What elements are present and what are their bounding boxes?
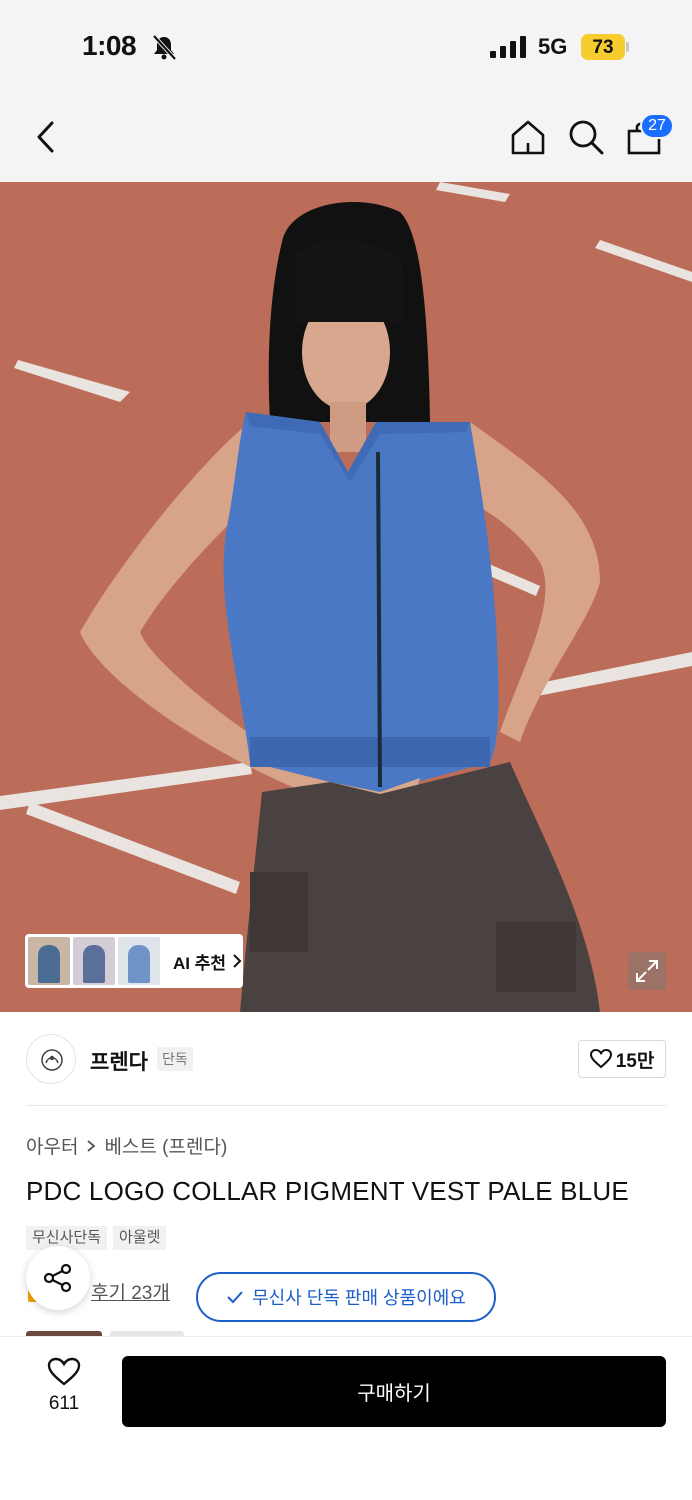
exclusive-sale-label: 무신사 단독 판매 상품이에요 xyxy=(252,1288,466,1308)
bell-muted-icon xyxy=(152,34,177,61)
product-photo-illustration xyxy=(0,182,692,1012)
wishlist-button[interactable]: 611 xyxy=(34,1357,94,1433)
nav-bar: 27 xyxy=(0,95,692,182)
back-arrow-icon[interactable] xyxy=(30,117,62,157)
breadcrumb: 아우터 베스트 (프렌다) xyxy=(26,1132,227,1159)
expand-icon xyxy=(636,960,658,982)
breadcrumb-category[interactable]: 아우터 xyxy=(26,1132,78,1159)
brand-exclusive-tag: 단독 xyxy=(157,1047,193,1071)
chevron-right-icon xyxy=(87,1139,96,1152)
battery-icon: 73 xyxy=(581,34,629,60)
battery-level: 73 xyxy=(592,37,614,58)
brand-like-button[interactable]: 15만 xyxy=(578,1040,666,1078)
brand-row: 프렌다 단독 15만 xyxy=(0,1012,692,1106)
home-icon[interactable] xyxy=(508,117,548,157)
bottom-action-bar: 611 구매하기 xyxy=(0,1336,692,1500)
breadcrumb-subcategory[interactable]: 베스트 (프렌다) xyxy=(104,1132,227,1159)
brand-name[interactable]: 프렌다 xyxy=(90,1046,148,1076)
check-icon xyxy=(227,1291,243,1304)
network-label: 5G xyxy=(538,34,568,59)
chevron-right-icon xyxy=(233,954,242,968)
expand-image-button[interactable] xyxy=(628,952,666,990)
search-icon[interactable] xyxy=(566,117,606,157)
brand-emblem-icon xyxy=(41,1049,63,1071)
brand-like-count: 15만 xyxy=(615,1050,655,1072)
product-tag: 아울렛 xyxy=(113,1226,167,1250)
wishlist-count: 611 xyxy=(48,1393,80,1414)
product-tags: 무신사단독 아울렛 xyxy=(26,1226,167,1250)
heart-icon xyxy=(589,1049,612,1069)
recommendation-thumbnail[interactable] xyxy=(28,937,70,985)
review-link[interactable]: 후기 23개 xyxy=(91,1278,170,1305)
ai-recommendation-chip[interactable]: AI 추천 xyxy=(25,934,243,988)
status-bar: 1:08 5G 73 xyxy=(0,0,692,95)
recommendation-thumbnail[interactable] xyxy=(118,937,160,985)
divider xyxy=(26,1105,666,1106)
brand-logo[interactable] xyxy=(26,1034,76,1084)
ai-recommendation-label: AI 추천 xyxy=(173,953,227,973)
product-image[interactable]: AI 추천 xyxy=(0,182,692,1012)
cart-count-badge: 27 xyxy=(640,113,674,139)
product-title: PDC LOGO COLLAR PIGMENT VEST PALE BLUE xyxy=(26,1176,629,1206)
share-icon xyxy=(43,1263,72,1293)
share-button[interactable] xyxy=(26,1246,90,1310)
heart-icon xyxy=(47,1357,81,1386)
status-time: 1:08 xyxy=(82,30,137,61)
signal-icon xyxy=(490,36,526,58)
exclusive-sale-badge[interactable]: 무신사 단독 판매 상품이에요 xyxy=(196,1272,496,1322)
buy-button[interactable]: 구매하기 xyxy=(122,1356,666,1427)
recommendation-thumbnail[interactable] xyxy=(73,937,115,985)
